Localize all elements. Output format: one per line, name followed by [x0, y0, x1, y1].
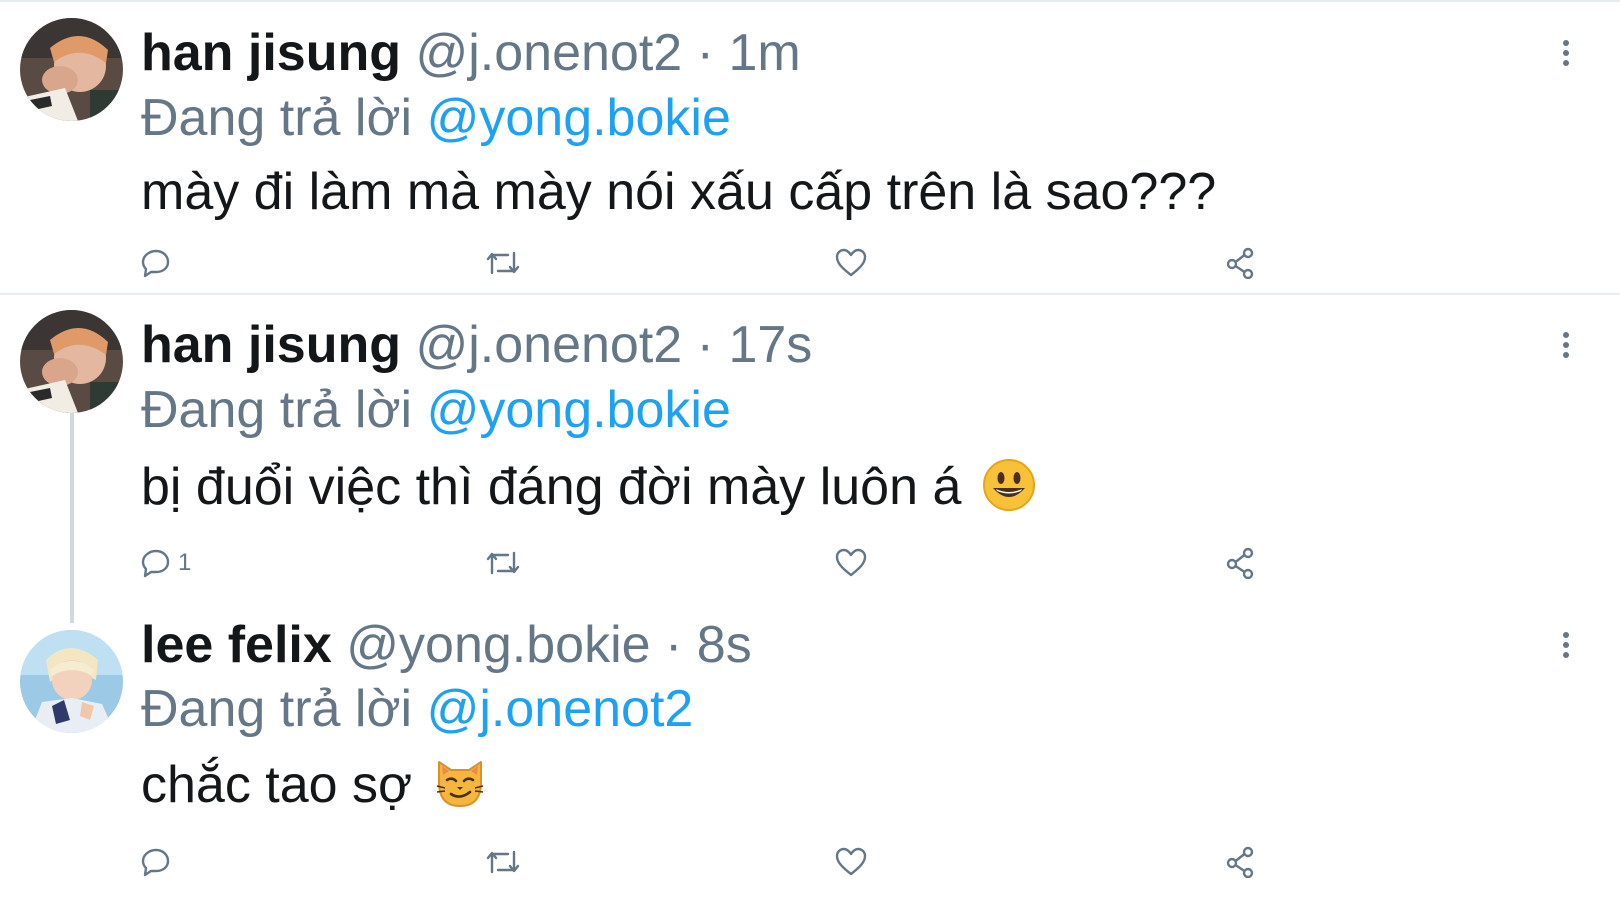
- share-icon: [1224, 547, 1258, 579]
- separator-dot: ·: [696, 24, 714, 82]
- reply-icon: [140, 247, 172, 279]
- tweet-header: han jisung @j.onenot2 · 17s: [141, 315, 812, 375]
- heart-icon: [834, 846, 868, 878]
- tweet-header: lee felix @yong.bokie · 8s: [141, 615, 752, 675]
- heart-icon: [834, 247, 868, 279]
- like-button[interactable]: [834, 243, 868, 283]
- avatar-lee-felix[interactable]: [20, 630, 123, 733]
- replying-to-label: Đang trả lời: [141, 381, 413, 439]
- reply-button[interactable]: [140, 243, 178, 283]
- more-vertical-icon[interactable]: [1554, 628, 1578, 664]
- share-button[interactable]: [1224, 243, 1258, 283]
- tweet-actions: [0, 842, 1620, 882]
- reply-button[interactable]: 1: [140, 543, 191, 583]
- retweet-button[interactable]: [484, 543, 522, 583]
- share-icon: [1224, 846, 1258, 878]
- mention-link[interactable]: @j.onenot2: [427, 680, 694, 738]
- tweet-actions: [0, 243, 1620, 283]
- avatar-han-jisung[interactable]: [20, 310, 123, 413]
- reply-icon: [140, 547, 172, 579]
- separator-dot: ·: [696, 316, 714, 374]
- reply-icon: [140, 846, 172, 878]
- author-handle[interactable]: @j.onenot2: [415, 316, 682, 374]
- author-handle[interactable]: @yong.bokie: [346, 616, 650, 674]
- replying-to-label: Đang trả lời: [141, 89, 413, 147]
- retweet-button[interactable]: [484, 243, 522, 283]
- tweet-text: mày đi làm mà mày nói xấu cấp trên là sa…: [141, 162, 1216, 222]
- like-button[interactable]: [834, 543, 868, 583]
- share-button[interactable]: [1224, 842, 1258, 882]
- avatar-han-jisung[interactable]: [20, 18, 123, 121]
- separator-dot: ·: [665, 616, 683, 674]
- share-icon: [1224, 247, 1258, 279]
- tweet-1[interactable]: han jisung @j.onenot2 · 1m Đang trả lời …: [0, 0, 1620, 293]
- timestamp[interactable]: 17s: [728, 316, 812, 374]
- replying-to-label: Đang trả lời: [141, 680, 413, 738]
- author-name[interactable]: han jisung: [141, 316, 401, 374]
- author-handle[interactable]: @j.onenot2: [415, 24, 682, 82]
- tweet-header: han jisung @j.onenot2 · 1m: [141, 23, 801, 83]
- retweet-icon: [484, 247, 522, 279]
- more-vertical-icon[interactable]: [1554, 328, 1578, 364]
- tweet-text: bị đuổi việc thì đáng đời mày luôn á: [141, 457, 1036, 525]
- retweet-icon: [484, 547, 522, 579]
- tweet-thread: han jisung @j.onenot2 · 1m Đang trả lời …: [0, 0, 1620, 921]
- reply-count: 1: [178, 549, 192, 576]
- tweet-actions: 1: [0, 543, 1620, 583]
- like-button[interactable]: [834, 842, 868, 882]
- reply-button[interactable]: [140, 842, 178, 882]
- tweet-3[interactable]: lee felix @yong.bokie · 8s Đang trả lời …: [0, 595, 1620, 921]
- mention-link[interactable]: @yong.bokie: [427, 89, 731, 147]
- timestamp[interactable]: 1m: [728, 24, 800, 82]
- author-name[interactable]: lee felix: [141, 616, 332, 674]
- replying-to: Đang trả lời @yong.bokie: [141, 380, 731, 440]
- tweet-text: chắc tao sợ: [141, 755, 487, 823]
- mention-link[interactable]: @yong.bokie: [427, 381, 731, 439]
- replying-to: Đang trả lời @yong.bokie: [141, 88, 731, 148]
- retweet-button[interactable]: [484, 842, 522, 882]
- more-vertical-icon[interactable]: [1554, 36, 1578, 72]
- share-button[interactable]: [1224, 543, 1258, 583]
- retweet-icon: [484, 846, 522, 878]
- tweet-text-content: mày đi làm mà mày nói xấu cấp trên là sa…: [141, 163, 1217, 221]
- smirking-cat-emoji: [433, 756, 487, 823]
- tweet-text-content: bị đuổi việc thì đáng đời mày luôn á: [141, 458, 962, 516]
- tweet-text-content: chắc tao sợ: [141, 756, 413, 814]
- grinning-face-emoji: [982, 458, 1036, 525]
- replying-to: Đang trả lời @j.onenot2: [141, 679, 693, 739]
- tweet-2[interactable]: han jisung @j.onenot2 · 17s Đang trả lời…: [0, 295, 1620, 595]
- timestamp[interactable]: 8s: [697, 616, 752, 674]
- author-name[interactable]: han jisung: [141, 24, 401, 82]
- heart-icon: [834, 547, 868, 579]
